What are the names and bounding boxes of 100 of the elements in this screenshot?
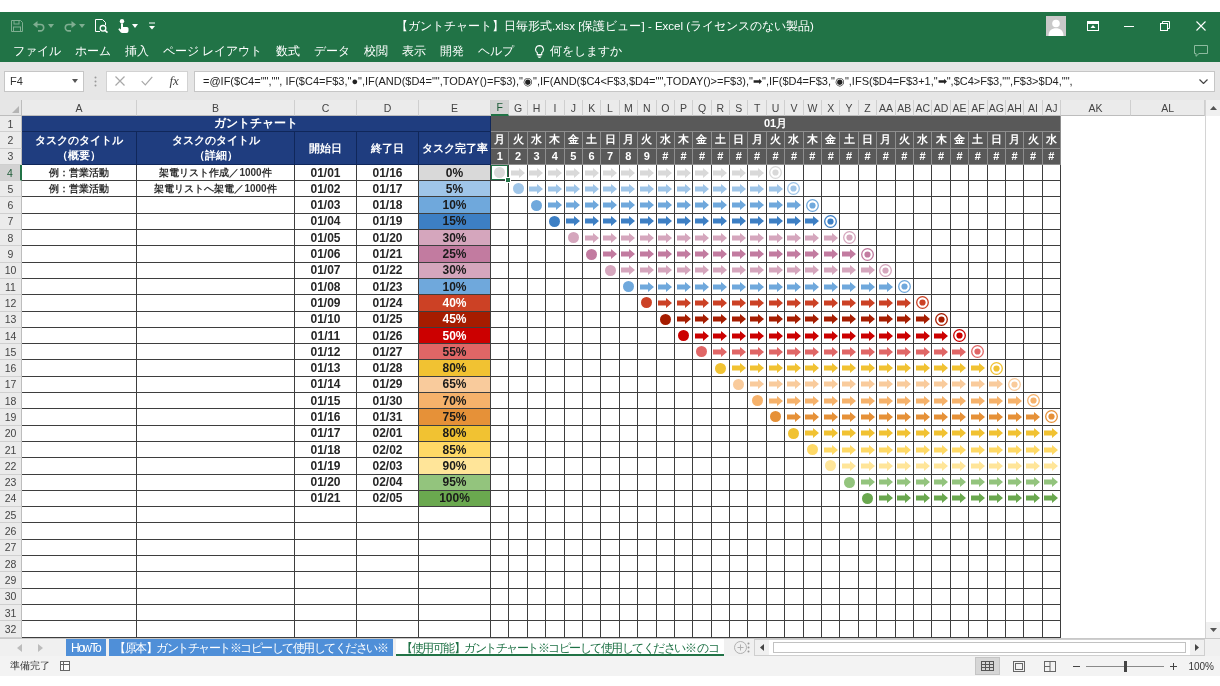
row-header[interactable]: 12 [0, 295, 22, 312]
ribbon-tab[interactable]: ページ レイアウト [159, 41, 267, 61]
column-header[interactable]: G [509, 100, 528, 116]
arrow-icon [989, 395, 1004, 406]
vertical-dots-icon[interactable] [94, 75, 97, 87]
column-header[interactable]: Y [840, 100, 859, 116]
row-header[interactable]: 26 [0, 523, 22, 540]
row-header[interactable]: 18 [0, 393, 22, 410]
arrow-icon [860, 281, 875, 292]
ribbon-tab[interactable]: 開発 [436, 41, 469, 61]
column-header[interactable]: V [785, 100, 804, 116]
ribbon-tab[interactable]: ヘルプ [474, 41, 519, 61]
column-header[interactable]: T [748, 100, 767, 116]
table-cell [295, 539, 357, 556]
vertical-dots-icon[interactable] [747, 642, 751, 653]
row-header[interactable]: 22 [0, 458, 22, 475]
month-header: 01月 [491, 116, 1062, 133]
column-header[interactable]: N [638, 100, 657, 116]
arrow-icon [842, 395, 857, 406]
column-header[interactable]: C [295, 100, 357, 116]
normal-view-button[interactable] [975, 657, 1001, 675]
scroll-left-button[interactable] [755, 640, 770, 655]
row-header[interactable]: 29 [0, 572, 22, 589]
column-header[interactable]: X [822, 100, 841, 116]
comment-icon[interactable] [1194, 45, 1208, 57]
column-header[interactable]: I [546, 100, 565, 116]
arrow-icon [915, 395, 930, 406]
arrow-icon [842, 379, 857, 390]
name-box[interactable]: F4 [4, 70, 84, 92]
table-cell [357, 507, 419, 524]
row-header[interactable]: 5 [0, 181, 22, 198]
arrow-icon [878, 281, 893, 292]
arrow-icon [989, 444, 1004, 455]
arrow-icon [823, 346, 838, 357]
row-header[interactable]: 6 [0, 197, 22, 214]
row-header[interactable]: 16 [0, 360, 22, 377]
column-header[interactable]: D [357, 100, 419, 116]
ribbon-tab[interactable]: ファイル [9, 41, 65, 61]
column-header[interactable]: Q [693, 100, 712, 116]
arrow-icon [897, 395, 912, 406]
column-header[interactable]: A [22, 100, 137, 116]
column-header[interactable]: S [730, 100, 749, 116]
row-header[interactable]: 15 [0, 344, 22, 361]
arrow-icon [897, 460, 912, 471]
row-header[interactable]: 9 [0, 246, 22, 263]
column-header[interactable]: E [419, 100, 491, 116]
scroll-down-button[interactable] [1206, 622, 1220, 638]
ribbon-tab[interactable]: 数式 [272, 41, 305, 61]
column-header[interactable]: AK [1061, 100, 1132, 116]
row-header[interactable]: 28 [0, 556, 22, 573]
column-header[interactable]: AL [1131, 100, 1205, 116]
sheet-icon[interactable] [60, 661, 70, 671]
tell-me-search[interactable]: 何をしますか [531, 41, 627, 61]
row-header[interactable]: 1 [0, 116, 22, 133]
start-date-cell: 01/14 [295, 376, 357, 394]
table-cell [357, 604, 419, 622]
arrow-icon [786, 281, 801, 292]
row-header[interactable]: 32 [0, 621, 22, 638]
chevron-down-icon[interactable] [1199, 78, 1208, 84]
row-header[interactable]: 19 [0, 409, 22, 426]
row-header[interactable]: 25 [0, 507, 22, 524]
arrow-icon [658, 167, 673, 178]
column-header[interactable]: B [137, 100, 295, 116]
insert-function-button[interactable]: fx [166, 72, 182, 90]
column-header[interactable]: AF [969, 100, 988, 116]
scroll-right-button[interactable] [1190, 640, 1204, 655]
arrow-icon [695, 297, 709, 308]
scroll-up-button[interactable] [1206, 100, 1220, 116]
completion-rate-cell: 30% [419, 230, 491, 247]
arrow-icon [934, 395, 949, 406]
arrow-icon [658, 232, 673, 243]
ribbon-tab[interactable]: 挿入 [121, 41, 153, 61]
fill-handle[interactable] [505, 177, 512, 184]
column-header[interactable]: L [601, 100, 620, 116]
row-header[interactable]: 8 [0, 230, 22, 247]
start-date-cell: 01/20 [295, 474, 357, 491]
ribbon-tab[interactable]: 校閲 [360, 41, 393, 61]
zoom-level-button[interactable]: 100% [1188, 660, 1214, 672]
column-header[interactable]: F [491, 100, 510, 116]
table-cell [295, 621, 357, 638]
ribbon-tab[interactable]: 表示 [398, 41, 431, 61]
arrow-icon [915, 412, 930, 422]
column-header[interactable]: AD [932, 100, 951, 116]
column-header[interactable]: AI [1024, 100, 1043, 116]
vertical-scrollbar[interactable] [1205, 100, 1220, 638]
zoom-slider-thumb[interactable] [1123, 660, 1127, 672]
arrow-icon [603, 232, 618, 243]
weekday-header: 木 [932, 132, 951, 149]
horizontal-scrollbar[interactable] [754, 639, 1205, 656]
sheet-tab[interactable]: 【使用可能】ガントチャート※コピーして使用してください※ のコ [396, 639, 725, 656]
arrow-icon [934, 460, 949, 471]
arrow-icon [805, 232, 820, 243]
row-header[interactable]: 2 [0, 132, 22, 149]
ribbon-tab[interactable]: データ [310, 41, 355, 61]
arrow-icon [768, 249, 783, 259]
column-header[interactable]: AA [877, 100, 896, 116]
formula-field[interactable]: =@IF($C4="","", IF($C4=F$3,"●",IF(AND($D4="",TODAY()=F$3),"◉",IF(AND($C4<F$3,$D4="",TODAY()>=F$3),"➡",IF($D4=F$3,"◉",IFS($D4=F$3+1,"➡",$C4>F$3,"",F$3>$D4,"", [194, 70, 1215, 92]
ribbon-tab[interactable]: ホーム [71, 41, 115, 61]
scrollbar-thumb[interactable] [773, 642, 1186, 653]
page-layout-icon [1012, 660, 1025, 672]
